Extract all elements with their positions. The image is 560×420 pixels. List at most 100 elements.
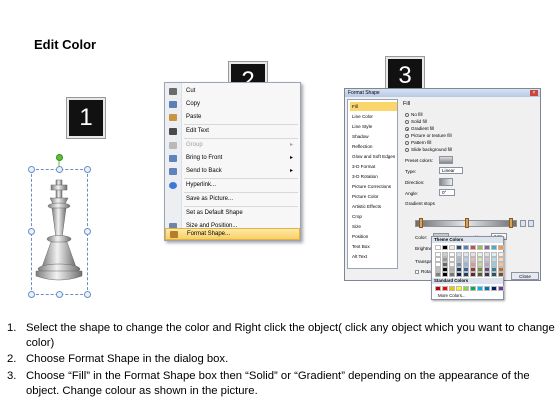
radio-slide-background-fill[interactable] xyxy=(405,148,409,152)
color-swatch[interactable] xyxy=(491,272,497,277)
rotation-handle[interactable] xyxy=(56,154,63,161)
color-swatch[interactable] xyxy=(477,286,483,291)
resize-handle[interactable] xyxy=(28,166,35,173)
category-picture-color[interactable]: Picture Color xyxy=(350,192,397,201)
category-3d-rotation[interactable]: 3-D Rotation xyxy=(350,172,397,181)
color-swatch[interactable] xyxy=(435,245,441,250)
color-swatch[interactable] xyxy=(470,286,476,291)
category-line-color[interactable]: Line Color xyxy=(350,112,397,121)
menu-item-send-to-back[interactable]: Send to Back ▸ xyxy=(165,165,300,178)
option-label: Picture or texture fill xyxy=(411,133,452,138)
category-fill[interactable]: Fill xyxy=(350,102,397,111)
radio-no-fill[interactable] xyxy=(405,113,409,117)
color-swatch[interactable] xyxy=(449,272,455,277)
color-swatch[interactable] xyxy=(456,245,462,250)
resize-handle[interactable] xyxy=(84,166,91,173)
scissors-icon xyxy=(169,88,177,95)
category-list: Fill Line Color Line Style Shadow Reflec… xyxy=(347,99,398,269)
category-glow[interactable]: Glow and Soft Edges xyxy=(350,152,397,161)
color-swatch[interactable] xyxy=(470,272,476,277)
radio-pattern-fill[interactable] xyxy=(405,141,409,145)
category-artistic-effects[interactable]: Artistic Effects xyxy=(350,202,397,211)
menu-item-save-as-picture[interactable]: Save as Picture... xyxy=(165,193,300,206)
category-shadow[interactable]: Shadow xyxy=(350,132,397,141)
menu-item-format-shape[interactable]: Format Shape... xyxy=(165,228,300,240)
resize-handle[interactable] xyxy=(56,291,63,298)
gradient-stop[interactable] xyxy=(465,218,469,228)
category-alt-text[interactable]: Alt Text xyxy=(350,252,397,261)
color-swatch[interactable] xyxy=(491,245,497,250)
menu-item-group[interactable]: Group ▸ xyxy=(165,139,300,152)
radio-solid-fill[interactable] xyxy=(405,120,409,124)
menu-item-copy[interactable]: Copy xyxy=(165,98,300,111)
option-label: Solid fill xyxy=(411,119,427,124)
menu-item-paste[interactable]: Paste xyxy=(165,111,300,124)
rotate-checkbox[interactable] xyxy=(415,270,419,274)
color-swatch[interactable] xyxy=(435,286,441,291)
color-swatch[interactable] xyxy=(484,286,490,291)
resize-handle[interactable] xyxy=(84,291,91,298)
resize-handle[interactable] xyxy=(84,228,91,235)
color-swatch[interactable] xyxy=(463,245,469,250)
gradient-stop[interactable] xyxy=(419,218,423,228)
category-text-box[interactable]: Text Box xyxy=(350,242,397,251)
category-crop[interactable]: Crop xyxy=(350,212,397,221)
color-swatch[interactable] xyxy=(442,286,448,291)
menu-item-hyperlink[interactable]: Hyperlink... xyxy=(165,179,300,192)
category-position[interactable]: Position xyxy=(350,232,397,241)
submenu-arrow-icon: ▸ xyxy=(289,168,293,174)
option-label: No fill xyxy=(411,112,423,117)
category-line-style[interactable]: Line Style xyxy=(350,122,397,131)
color-swatch[interactable] xyxy=(449,245,455,250)
preset-colors-dropdown[interactable] xyxy=(439,156,453,164)
edit-text-icon xyxy=(169,128,177,135)
menu-item-bring-to-front[interactable]: Bring to Front ▸ xyxy=(165,152,300,165)
angle-input[interactable]: 0° xyxy=(439,189,455,196)
category-picture-corrections[interactable]: Picture Corrections xyxy=(350,182,397,191)
color-swatch[interactable] xyxy=(463,286,469,291)
resize-handle[interactable] xyxy=(56,166,63,173)
color-swatch[interactable] xyxy=(498,286,504,291)
category-reflection[interactable]: Reflection xyxy=(350,142,397,151)
color-swatch[interactable] xyxy=(449,286,455,291)
type-dropdown[interactable]: Linear xyxy=(439,167,463,174)
group-icon xyxy=(169,142,177,149)
color-swatch[interactable] xyxy=(456,286,462,291)
color-swatch[interactable] xyxy=(442,272,448,277)
color-swatch[interactable] xyxy=(498,245,504,250)
gradient-stop[interactable] xyxy=(509,218,513,228)
submenu-arrow-icon: ▸ xyxy=(289,142,293,148)
close-icon[interactable]: × xyxy=(530,90,538,96)
color-swatch[interactable] xyxy=(442,245,448,250)
menu-item-cut[interactable]: Cut xyxy=(165,85,300,98)
color-swatch[interactable] xyxy=(498,272,504,277)
resize-handle[interactable] xyxy=(28,291,35,298)
context-menu: Cut Copy Paste Edit Text Group ▸ Bring t… xyxy=(164,82,301,241)
color-swatch[interactable] xyxy=(477,245,483,250)
add-stop-button[interactable] xyxy=(520,220,526,227)
dialog-title: Format Shape xyxy=(348,90,380,96)
menu-item-edit-text[interactable]: Edit Text xyxy=(165,125,300,138)
more-colors-link[interactable]: More Colors... xyxy=(438,293,466,298)
remove-stop-button[interactable] xyxy=(528,220,534,227)
radio-gradient-fill[interactable] xyxy=(405,127,409,131)
color-swatch[interactable] xyxy=(435,272,441,277)
color-swatch[interactable] xyxy=(463,272,469,277)
radio-picture-fill[interactable] xyxy=(405,134,409,138)
resize-handle[interactable] xyxy=(28,228,35,235)
color-swatch[interactable] xyxy=(470,245,476,250)
color-label: Color: xyxy=(415,235,428,240)
color-swatch[interactable] xyxy=(477,272,483,277)
type-label: Type: xyxy=(405,169,417,174)
category-size[interactable]: Size xyxy=(350,222,397,231)
close-button[interactable]: Close xyxy=(511,272,539,280)
color-swatch[interactable] xyxy=(491,286,497,291)
send-to-back-icon xyxy=(169,168,177,175)
step-text: Select the shape to change the color and… xyxy=(26,322,555,349)
color-swatch[interactable] xyxy=(484,272,490,277)
color-swatch[interactable] xyxy=(456,272,462,277)
category-3d-format[interactable]: 3-D Format xyxy=(350,162,397,171)
color-swatch[interactable] xyxy=(484,245,490,250)
menu-item-set-default-shape[interactable]: Set as Default Shape xyxy=(165,207,300,220)
direction-dropdown[interactable] xyxy=(439,178,453,186)
